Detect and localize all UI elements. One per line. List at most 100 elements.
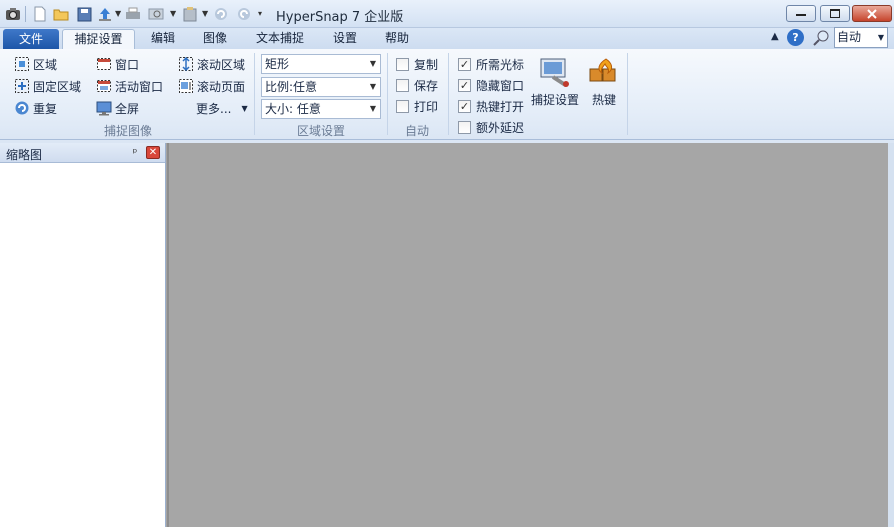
active-window-icon [96, 78, 112, 94]
paste-icon[interactable] [181, 5, 199, 23]
maximize-button[interactable] [820, 5, 850, 22]
preview-dropdown-icon[interactable]: ▼ [170, 9, 176, 18]
capture-region-button[interactable]: 区域 [14, 54, 57, 74]
paste-dropdown-icon[interactable]: ▼ [202, 9, 208, 18]
view-mode-select[interactable]: 自动 ▼ [834, 27, 888, 48]
hotkeys-enabled-label: 热键打开 [476, 99, 525, 114]
window-icon [96, 56, 112, 72]
region-icon [14, 56, 30, 72]
app-title: HyperSnap 7 企业版 [276, 10, 404, 25]
tab-text-capture[interactable]: 文本捕捉 [248, 29, 312, 49]
capture-active-window-button[interactable]: 活动窗口 [96, 76, 163, 96]
camera-icon[interactable] [4, 5, 22, 23]
window-right-border [888, 143, 894, 527]
extra-delay-checkbox[interactable]: 额外延迟 [458, 117, 524, 137]
auto-print-label: 打印 [414, 99, 439, 114]
hotkeys-enabled-checkbox[interactable]: ✓ 热键打开 [458, 96, 524, 116]
auto-print-checkbox[interactable]: 打印 [396, 96, 438, 116]
scroll-page-icon [178, 78, 194, 94]
checkbox-box [396, 99, 409, 113]
collapse-ribbon-icon[interactable]: ▲ [771, 31, 779, 42]
auto-save-checkbox[interactable]: 保存 [396, 75, 438, 95]
undo-icon[interactable] [212, 5, 230, 23]
more-dropdown-icon: ▼ [241, 103, 248, 113]
capture-group-label: 捕捉图像 [103, 124, 152, 138]
thumbnail-pane-header: 缩略图 ᵖ ✕ [0, 143, 165, 163]
save-icon[interactable] [75, 5, 93, 23]
capture-repeat-label: 重复 [33, 101, 58, 116]
capture-scroll-page-button[interactable]: 滚动页面 [178, 76, 245, 96]
include-cursor-checkbox[interactable]: ✓ 所需光标 [458, 54, 524, 74]
checkbox-checked: ✓ [458, 99, 471, 113]
region-size-value: 大小: 任意 [265, 102, 321, 116]
extra-delay-label: 额外延迟 [476, 120, 525, 135]
help-icon[interactable]: ? [787, 29, 804, 46]
upload-icon[interactable] [96, 5, 114, 23]
minimize-button[interactable] [786, 5, 816, 22]
thumbnail-pane: 缩略图 ᵖ ✕ [0, 143, 166, 527]
capture-fixed-region-button[interactable]: 固定区域 [14, 76, 81, 96]
capture-settings-label: 捕捉设置 [530, 93, 579, 107]
hotkeys-icon [587, 55, 621, 89]
region-ratio-select[interactable]: 比例:任意 ▼ [261, 77, 381, 97]
capture-fullscreen-button[interactable]: 全屏 [96, 98, 139, 118]
tab-settings[interactable]: 设置 [325, 29, 365, 49]
capture-window-button[interactable]: 窗口 [96, 54, 139, 74]
capture-region-label: 区域 [33, 57, 58, 72]
chevron-down-icon: ▼ [369, 59, 376, 68]
tab-file[interactable]: 文件 [3, 29, 59, 49]
image-workspace[interactable] [167, 143, 888, 527]
tab-image[interactable]: 图像 [195, 29, 235, 49]
auto-copy-label: 复制 [414, 57, 439, 72]
print-icon[interactable] [124, 5, 142, 23]
auto-group-label: 自动 [404, 124, 429, 138]
upload-dropdown-icon[interactable]: ▼ [115, 9, 121, 18]
scroll-region-icon [178, 56, 194, 72]
tab-edit[interactable]: 编辑 [143, 29, 183, 49]
include-cursor-label: 所需光标 [476, 57, 525, 72]
tab-help[interactable]: 帮助 [377, 29, 417, 49]
customize-icon[interactable]: ▾ [258, 9, 262, 18]
ribbon-tab-row: 文件 捕捉设置 编辑 图像 文本捕捉 设置 帮助 ▲ ? [0, 28, 894, 49]
capture-active-window-label: 活动窗口 [115, 79, 164, 94]
region-shape-select[interactable]: 矩形 ▼ [261, 54, 381, 74]
capture-repeat-button[interactable]: 重复 [14, 98, 57, 118]
close-pane-icon[interactable]: ✕ [146, 146, 160, 159]
thumbnail-pane-title: 缩略图 [6, 148, 43, 162]
hide-window-label: 隐藏窗口 [476, 78, 525, 93]
chevron-down-icon: ▼ [877, 33, 884, 42]
region-shape-value: 矩形 [265, 57, 290, 71]
tab-capture-settings[interactable]: 捕捉设置 [62, 29, 135, 49]
close-icon [867, 8, 877, 19]
pin-icon[interactable]: ᵖ [129, 146, 141, 159]
title-bar: ▼ ▼ ▼ ▾ HyperSnap 7 企业版 [0, 0, 894, 28]
fullscreen-icon [96, 100, 112, 116]
ribbon-panel: 区域 固定区域 重复 窗口 活动窗口 全屏 滚动区域 滚动页面 更多... ▼ … [0, 49, 894, 140]
auto-save-label: 保存 [414, 78, 439, 93]
search-icon[interactable] [812, 29, 830, 50]
redo-icon[interactable] [235, 5, 253, 23]
capture-more-button[interactable]: 更多... ▼ [196, 98, 248, 118]
capture-window-label: 窗口 [115, 57, 140, 72]
new-file-icon[interactable] [31, 5, 49, 23]
open-folder-icon[interactable] [52, 5, 70, 23]
minimize-icon [796, 13, 806, 16]
checkbox-checked: ✓ [458, 78, 471, 92]
capture-settings-button[interactable]: 捕捉设置 [529, 55, 581, 115]
region-size-select[interactable]: 大小: 任意 ▼ [261, 99, 381, 119]
hotkeys-label: 热键 [591, 93, 616, 107]
hotkeys-button[interactable]: 热键 [578, 55, 630, 115]
checkbox-box [396, 78, 409, 92]
repeat-icon [14, 100, 30, 116]
hide-window-checkbox[interactable]: ✓ 隐藏窗口 [458, 75, 524, 95]
capture-fullscreen-label: 全屏 [115, 101, 140, 116]
checkbox-box [458, 120, 471, 134]
capture-settings-icon [538, 55, 572, 89]
print-preview-icon[interactable] [147, 5, 165, 23]
capture-scroll-region-label: 滚动区域 [197, 57, 246, 72]
auto-copy-checkbox[interactable]: 复制 [396, 54, 438, 74]
close-button[interactable] [852, 5, 892, 22]
capture-scroll-region-button[interactable]: 滚动区域 [178, 54, 245, 74]
checkbox-checked: ✓ [458, 57, 471, 71]
region-settings-label: 区域设置 [296, 124, 345, 138]
